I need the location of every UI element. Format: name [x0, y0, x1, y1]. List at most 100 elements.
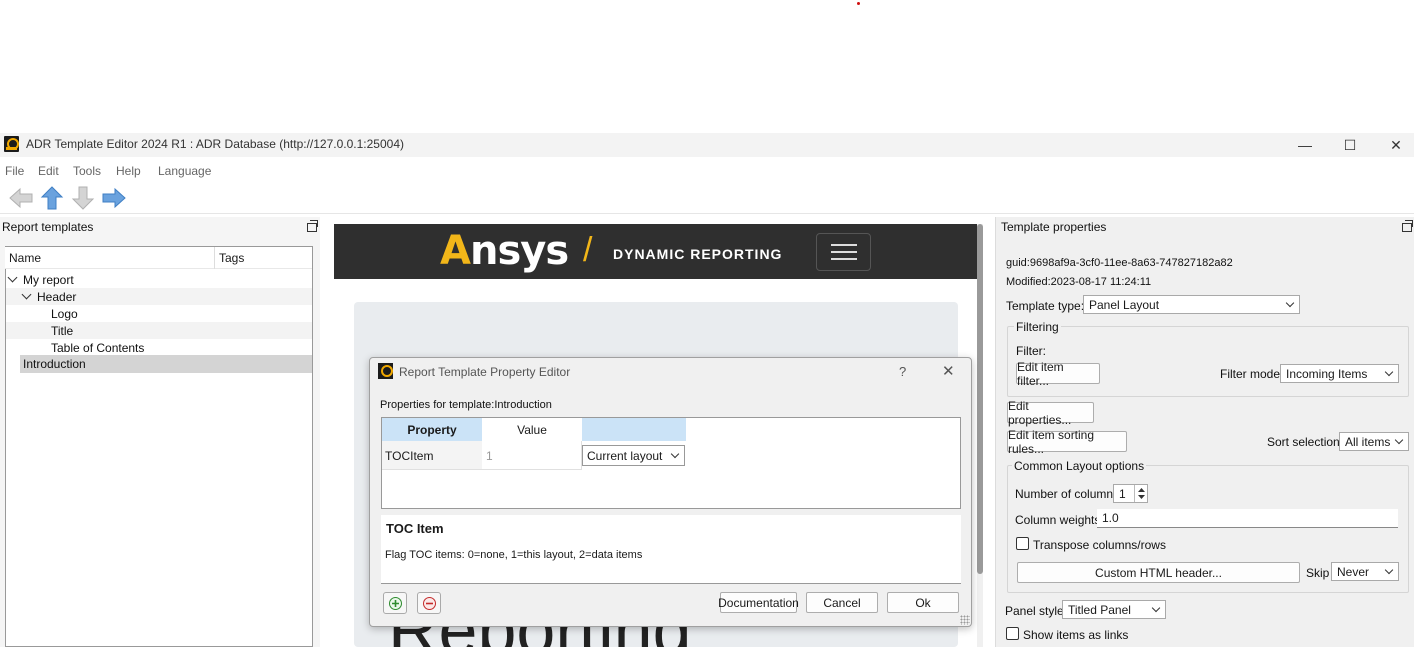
dialog-close-button[interactable]: ✕	[942, 362, 955, 380]
column-weights-value: 1.0	[1102, 511, 1119, 525]
empty-top-area	[0, 0, 1414, 133]
filtering-label: Filtering	[1014, 320, 1061, 334]
chevron-down-icon	[1151, 603, 1161, 613]
column-weights-label: Column weights	[1015, 513, 1101, 527]
app-logo-icon	[4, 136, 19, 152]
red-dot-marker	[857, 2, 860, 5]
template-properties-title: Template properties	[1001, 220, 1107, 234]
dynamic-reporting-label: DYNAMIC REPORTING	[613, 246, 783, 262]
arrow-left-icon[interactable]	[8, 186, 34, 210]
description-title: TOC Item	[386, 521, 444, 536]
menu-language[interactable]: Language	[158, 164, 211, 178]
ok-button[interactable]: Ok	[887, 592, 959, 613]
filter-mode-label: Filter mode	[1220, 367, 1281, 381]
maximize-button[interactable]: ☐	[1328, 134, 1372, 156]
chevron-down-icon	[1285, 298, 1295, 308]
template-type-value: Panel Layout	[1089, 298, 1160, 312]
undock-icon[interactable]	[1402, 220, 1413, 232]
dialog-help-button[interactable]: ?	[899, 364, 906, 379]
template-type-label: Template type:	[1006, 299, 1085, 313]
minus-icon	[423, 597, 436, 610]
arrow-right-icon[interactable]	[101, 186, 127, 210]
cancel-button[interactable]: Cancel	[806, 592, 878, 613]
tree-item-table-of-contents[interactable]: Table of Contents	[6, 339, 312, 356]
dialog-app-icon	[378, 363, 393, 379]
skip-value: Never	[1337, 565, 1370, 579]
menu-bar	[0, 160, 1414, 182]
tree-item-introduction[interactable]: Introduction	[20, 355, 312, 373]
chevron-down-icon	[1384, 565, 1394, 575]
filter-label: Filter:	[1016, 344, 1046, 358]
close-button[interactable]: ✕	[1374, 134, 1414, 156]
edit-item-filter-button[interactable]: Edit item filter...	[1016, 360, 1100, 388]
layout-option-select[interactable]: Current layout	[582, 445, 685, 466]
tree-item-logo[interactable]: Logo	[6, 305, 312, 322]
transpose-checkbox[interactable]	[1016, 537, 1029, 550]
modified-label: Modified:2023-08-17 11:24:11	[1006, 276, 1152, 288]
layout-option-value: Current layout	[587, 449, 663, 463]
dialog-title: Report Template Property Editor	[399, 365, 571, 379]
sort-selection-label: Sort selection	[1267, 435, 1340, 449]
minimize-button[interactable]: —	[1283, 134, 1327, 156]
tree-item-title[interactable]: Title	[6, 322, 312, 339]
num-columns-label: Number of columns	[1015, 487, 1120, 501]
resize-grip-icon[interactable]	[960, 615, 970, 625]
sort-selection-value: All items	[1345, 435, 1391, 449]
dialog-subtitle: Properties for template:Introduction	[380, 399, 552, 411]
cell-property-tocitem[interactable]: TOCItem	[382, 441, 482, 470]
template-type-select[interactable]: Panel Layout	[1083, 295, 1300, 314]
tree-item-header[interactable]: Header	[6, 288, 312, 305]
guid-label: guid:9698af9a-3cf0-11ee-8a63-747827182a8…	[1006, 257, 1233, 269]
add-property-button[interactable]	[383, 592, 407, 614]
num-columns-value: 1	[1119, 487, 1126, 501]
description-text: Flag TOC items: 0=none, 1=this layout, 2…	[385, 549, 643, 561]
skip-select[interactable]: Never	[1331, 562, 1399, 581]
remove-property-button[interactable]	[417, 592, 441, 614]
tree-header: Name Tags	[5, 247, 312, 269]
num-columns-spinbox[interactable]: 1	[1113, 484, 1148, 503]
edit-sorting-rules-button[interactable]: Edit item sorting rules...	[1007, 428, 1127, 456]
show-links-label: Show items as links	[1023, 628, 1129, 642]
preview-scrollbar-thumb[interactable]	[977, 224, 983, 574]
undock-icon[interactable]	[307, 220, 318, 232]
edit-properties-button[interactable]: Edit properties...	[1007, 399, 1094, 427]
sort-selection-select[interactable]: All items	[1339, 432, 1409, 451]
toolbar	[0, 182, 1414, 214]
report-templates-title: Report templates	[2, 220, 94, 234]
window-title: ADR Template Editor 2024 R1 : ADR Databa…	[26, 137, 404, 151]
arrow-down-icon[interactable]	[70, 186, 96, 210]
hamburger-menu-icon[interactable]	[816, 233, 871, 271]
column-name[interactable]: Name	[9, 251, 41, 265]
chevron-down-icon[interactable]	[21, 289, 32, 300]
header-option[interactable]	[582, 418, 686, 441]
filter-mode-select[interactable]: Incoming Items	[1280, 364, 1399, 383]
menu-tools[interactable]: Tools	[73, 164, 101, 178]
arrow-up-icon[interactable]	[39, 186, 65, 210]
skip-label: Skip	[1306, 566, 1330, 580]
filter-mode-value: Incoming Items	[1286, 367, 1368, 381]
header-property[interactable]: Property	[382, 418, 482, 441]
menu-edit[interactable]: Edit	[38, 164, 59, 178]
tree-item-my-report[interactable]: My report	[6, 271, 312, 288]
chevron-down-icon[interactable]	[7, 272, 18, 283]
plus-icon	[389, 597, 402, 610]
panel-style-select[interactable]: Titled Panel	[1062, 600, 1166, 619]
common-layout-label: Common Layout options	[1012, 459, 1147, 473]
spin-arrows-icon[interactable]	[1134, 485, 1147, 502]
header-value[interactable]: Value	[482, 418, 582, 441]
menu-help[interactable]: Help	[116, 164, 141, 178]
transpose-label: Transpose columns/rows	[1033, 538, 1166, 552]
show-links-checkbox[interactable]	[1006, 627, 1019, 640]
cell-value-tocitem[interactable]: 1	[482, 441, 582, 470]
chevron-down-icon	[1394, 435, 1404, 445]
custom-html-header-button[interactable]: Custom HTML header...	[1017, 562, 1300, 583]
panel-style-value: Titled Panel	[1068, 603, 1131, 617]
panel-style-label: Panel style	[1005, 604, 1064, 618]
menu-file[interactable]: File	[5, 164, 24, 178]
column-tags[interactable]: Tags	[219, 251, 244, 265]
ansys-slash: /	[583, 231, 593, 269]
ansys-logo: Ansys	[440, 228, 569, 274]
documentation-button[interactable]: Documentation	[718, 592, 799, 613]
chevron-down-icon	[670, 449, 680, 459]
column-weights-input[interactable]: 1.0	[1097, 509, 1398, 528]
